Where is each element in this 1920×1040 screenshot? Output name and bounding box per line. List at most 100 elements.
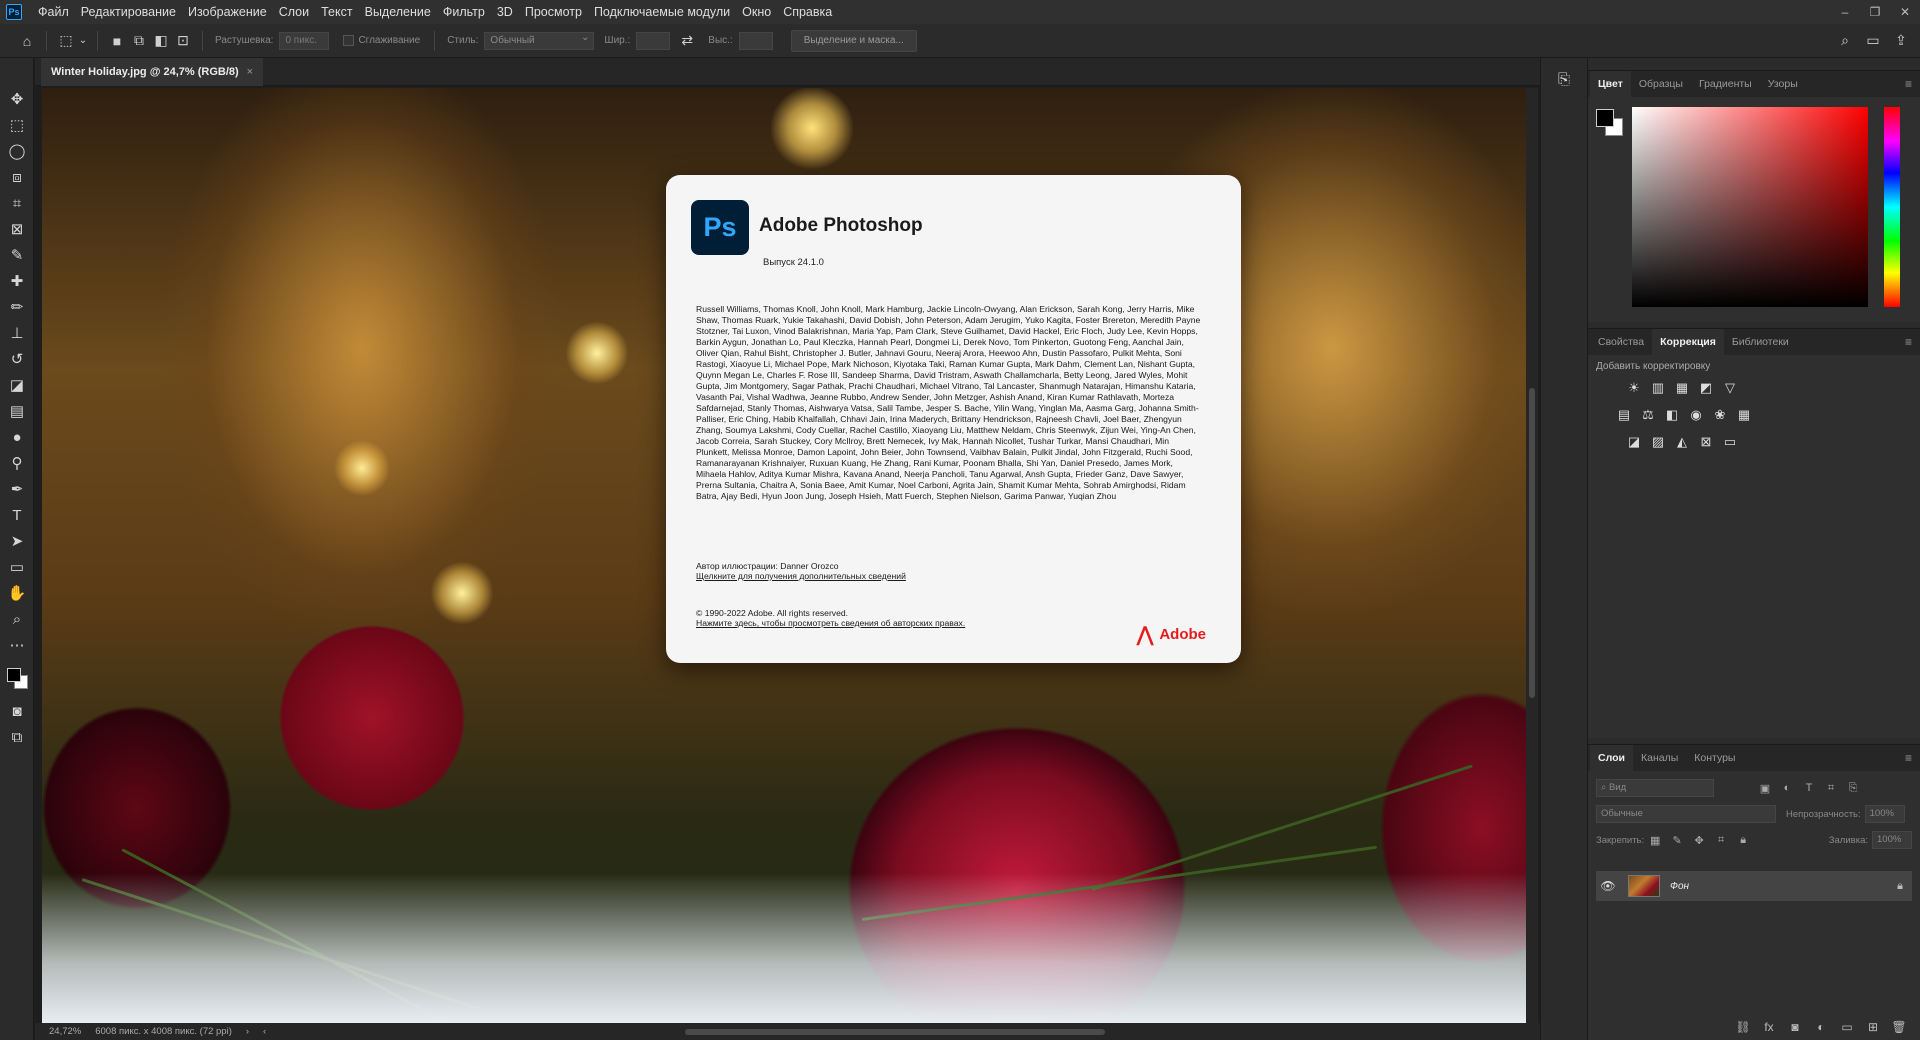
close-tab-icon[interactable]: × bbox=[247, 66, 253, 78]
menu-filter[interactable]: Фильтр bbox=[437, 0, 491, 24]
width-input[interactable] bbox=[636, 31, 671, 50]
new-selection-icon[interactable]: ■ bbox=[106, 30, 128, 52]
foreground-color-swatch[interactable] bbox=[7, 668, 21, 682]
history-panel-icon[interactable]: ⎘ bbox=[1541, 66, 1587, 92]
eyedropper-tool-icon[interactable]: ✎ bbox=[0, 242, 34, 268]
color-field[interactable] bbox=[1632, 107, 1868, 307]
search-icon[interactable]: ⌕ bbox=[1834, 30, 1856, 52]
fill-input[interactable]: 100% bbox=[1872, 831, 1912, 849]
type-tool-icon[interactable]: T bbox=[0, 502, 34, 528]
marquee-tool-preset-icon[interactable]: ⬚ bbox=[55, 30, 77, 52]
tab-gradients[interactable]: Градиенты bbox=[1691, 71, 1760, 97]
blur-tool-icon[interactable]: ● bbox=[0, 424, 34, 450]
lock-position-icon[interactable]: ✥ bbox=[1688, 834, 1710, 847]
path-selection-tool-icon[interactable]: ➤ bbox=[0, 528, 34, 554]
home-icon[interactable]: ⌂ bbox=[16, 30, 38, 52]
document-tab[interactable]: Winter Holiday.jpg @ 24,7% (RGB/8) × bbox=[41, 58, 264, 86]
menu-help[interactable]: Справка bbox=[777, 0, 838, 24]
delete-layer-icon[interactable]: 🗑︎ bbox=[1886, 1020, 1912, 1034]
about-dialog[interactable]: Ps Adobe Photoshop Выпуск 24.1.0 Russell… bbox=[666, 175, 1241, 663]
opacity-input[interactable]: 100% bbox=[1864, 805, 1905, 823]
panel-menu-icon[interactable]: ≡ bbox=[1905, 335, 1912, 349]
menu-image[interactable]: Изображение bbox=[182, 0, 273, 24]
copyright-link[interactable]: Нажмите здесь, чтобы просмотреть сведени… bbox=[696, 618, 965, 628]
tab-adjustments[interactable]: Коррекция bbox=[1652, 329, 1724, 355]
link-layers-icon[interactable]: ⛓ bbox=[1730, 1020, 1756, 1034]
tab-patterns[interactable]: Узоры bbox=[1760, 71, 1806, 97]
foreground-color-swatch[interactable] bbox=[1596, 109, 1614, 127]
share-icon[interactable]: ⇪ bbox=[1890, 30, 1912, 52]
layer-row[interactable]: 👁︎ Фон 🔒︎ bbox=[1596, 871, 1912, 901]
panel-menu-icon[interactable]: ≡ bbox=[1905, 751, 1912, 765]
healing-brush-tool-icon[interactable]: ✚ bbox=[0, 268, 34, 294]
eraser-tool-icon[interactable]: ◪ bbox=[0, 372, 34, 398]
panel-menu-icon[interactable]: ≡ bbox=[1905, 77, 1912, 91]
invert-icon[interactable]: ◪ bbox=[1622, 431, 1646, 453]
feather-input[interactable]: 0 пикс. bbox=[279, 31, 330, 50]
restore-icon[interactable]: ❐ bbox=[1860, 0, 1890, 24]
screen-mode-icon[interactable]: ⧉ bbox=[0, 724, 34, 750]
new-group-icon[interactable]: ▭ bbox=[1834, 1020, 1860, 1034]
vibrance-icon[interactable]: ▽ bbox=[1718, 377, 1742, 399]
zoom-tool-icon[interactable]: ⌕ bbox=[0, 606, 34, 632]
gradient-map-icon[interactable]: ▭ bbox=[1718, 431, 1742, 453]
subtract-selection-icon[interactable]: ◧ bbox=[150, 30, 172, 52]
swap-icon[interactable]: ⇄ bbox=[676, 30, 698, 52]
blend-mode-select[interactable]: Обычные bbox=[1596, 805, 1776, 823]
antialias-checkbox[interactable] bbox=[343, 35, 355, 46]
exposure-icon[interactable]: ◩ bbox=[1694, 377, 1718, 399]
posterize-icon[interactable]: ▨ bbox=[1646, 431, 1670, 453]
visibility-eye-icon[interactable]: 👁︎ bbox=[1596, 879, 1620, 893]
new-layer-icon[interactable]: ⊞ bbox=[1860, 1020, 1886, 1034]
scrollbar-thumb[interactable] bbox=[1529, 388, 1535, 698]
lock-artboard-icon[interactable]: ⌗ bbox=[1710, 834, 1732, 847]
hue-saturation-icon[interactable]: ▤ bbox=[1612, 404, 1636, 426]
minimize-icon[interactable]: – bbox=[1830, 0, 1860, 24]
gradient-tool-icon[interactable]: ▤ bbox=[0, 398, 34, 424]
brush-tool-icon[interactable]: ✏ bbox=[0, 294, 34, 320]
pen-tool-icon[interactable]: ✒ bbox=[0, 476, 34, 502]
brightness-contrast-icon[interactable]: ☀ bbox=[1622, 377, 1646, 399]
frame-tool-icon[interactable]: ⊠ bbox=[0, 216, 34, 242]
tab-paths[interactable]: Контуры bbox=[1686, 745, 1743, 771]
lock-image-icon[interactable]: ✎ bbox=[1666, 834, 1688, 847]
add-selection-icon[interactable]: ⧉ bbox=[128, 30, 150, 52]
menu-select[interactable]: Выделение bbox=[359, 0, 437, 24]
menu-view[interactable]: Просмотр bbox=[519, 0, 588, 24]
vertical-scrollbar[interactable] bbox=[1526, 88, 1538, 1023]
menu-plugins[interactable]: Подключаемые модули bbox=[588, 0, 736, 24]
menu-window[interactable]: Окно bbox=[736, 0, 777, 24]
menu-edit[interactable]: Редактирование bbox=[75, 0, 182, 24]
selective-color-icon[interactable]: ⊠ bbox=[1694, 431, 1718, 453]
tab-channels[interactable]: Каналы bbox=[1633, 745, 1686, 771]
chevron-down-icon[interactable]: ⌄ bbox=[77, 30, 89, 52]
lock-all-icon[interactable]: 🔒︎ bbox=[1732, 834, 1754, 847]
rectangle-tool-icon[interactable]: ▭ bbox=[0, 554, 34, 580]
filter-smart-object-icon[interactable]: ⎘ bbox=[1842, 779, 1864, 797]
style-select[interactable]: Обычный bbox=[484, 30, 595, 50]
workspace-icon[interactable]: ▭ bbox=[1862, 30, 1884, 52]
chevron-right-icon[interactable]: › bbox=[246, 1026, 249, 1037]
menu-type[interactable]: Текст bbox=[315, 0, 358, 24]
height-input[interactable] bbox=[738, 31, 773, 50]
channel-mixer-icon[interactable]: ❀ bbox=[1708, 404, 1732, 426]
filter-adjustment-icon[interactable]: ◐ bbox=[1776, 779, 1798, 797]
color-balance-icon[interactable]: ⚖ bbox=[1636, 404, 1660, 426]
hue-slider[interactable] bbox=[1884, 107, 1900, 307]
zoom-level[interactable]: 24,72% bbox=[49, 1026, 81, 1037]
menu-layers[interactable]: Слои bbox=[273, 0, 315, 24]
tab-layers[interactable]: Слои bbox=[1590, 745, 1633, 771]
more-tools-icon[interactable]: ⋯ bbox=[0, 632, 34, 658]
crop-tool-icon[interactable]: ⌗ bbox=[0, 190, 34, 216]
new-adjustment-layer-icon[interactable]: ◐ bbox=[1808, 1020, 1834, 1034]
threshold-icon[interactable]: ◭ bbox=[1670, 431, 1694, 453]
rectangular-marquee-tool-icon[interactable]: ⬚ bbox=[0, 112, 34, 138]
tab-swatches[interactable]: Образцы bbox=[1631, 71, 1691, 97]
color-lookup-icon[interactable]: ▦ bbox=[1732, 404, 1756, 426]
add-mask-icon[interactable]: ◙ bbox=[1782, 1020, 1808, 1034]
black-white-icon[interactable]: ◧ bbox=[1660, 404, 1684, 426]
move-tool-icon[interactable]: ✥ bbox=[0, 86, 34, 112]
tab-libraries[interactable]: Библиотеки bbox=[1724, 329, 1797, 355]
hand-tool-icon[interactable]: ✋ bbox=[0, 580, 34, 606]
clone-stamp-tool-icon[interactable]: ⊥ bbox=[0, 320, 34, 346]
